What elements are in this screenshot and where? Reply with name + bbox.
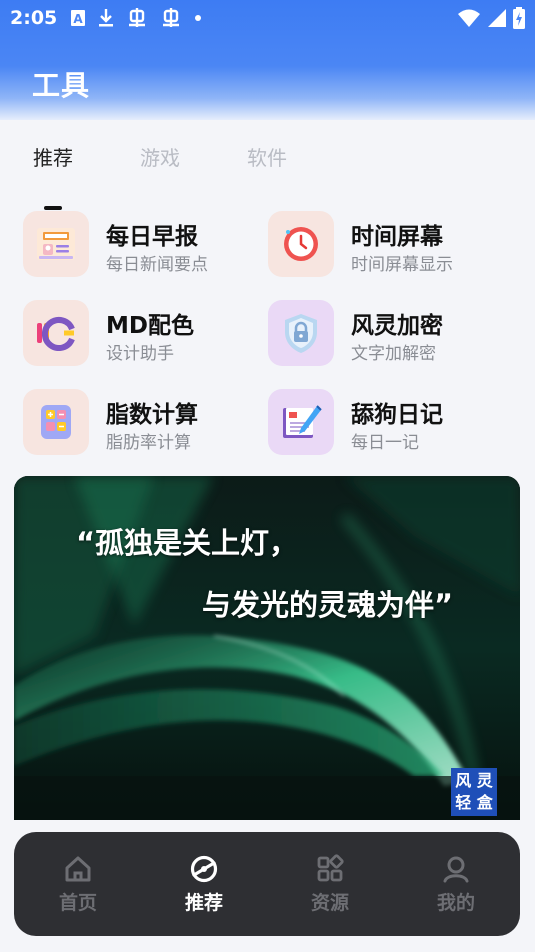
clock-icon (268, 211, 334, 277)
compass-icon (190, 855, 218, 883)
tool-desc: 每日新闻要点 (106, 255, 208, 275)
nav-label: 首页 (58, 892, 97, 914)
home-icon (65, 856, 91, 882)
tool-desc: 时间屏幕显示 (351, 255, 453, 275)
category-tabs: 推荐 游戏 软件 (0, 142, 535, 210)
tool-daily-news[interactable]: 每日早报 每日新闻要点 (23, 208, 263, 280)
brand-badge-line-2: 轻 盒 (455, 793, 493, 812)
wifi-icon (457, 6, 481, 30)
status-notification-icons: A (70, 6, 202, 30)
nav-label: 推荐 (184, 892, 223, 914)
diary-icon (268, 389, 334, 455)
svg-text:A: A (73, 12, 83, 26)
tab-software[interactable]: 软件 (247, 142, 287, 171)
bug-icon (160, 6, 182, 30)
newspaper-icon (23, 211, 89, 277)
nav-mine[interactable]: 我的 (401, 832, 511, 936)
nav-home[interactable]: 首页 (23, 832, 133, 936)
status-system-icons (457, 6, 525, 30)
bottom-area: 首页 推荐 资源 我的 (0, 820, 535, 952)
grid-icon (317, 854, 344, 882)
download-icon (98, 6, 114, 30)
battery-charging-icon (513, 6, 525, 30)
page-title: 工具 (32, 69, 91, 102)
tool-desc: 脂肪率计算 (106, 433, 191, 453)
quote-line-1: “孤独是关上灯， (76, 526, 299, 560)
tools-content: 推荐 游戏 软件 每日早报 每日新闻要点 时间屏幕 时间屏幕显示 MD配色 设计… (0, 120, 535, 821)
shield-lock-icon (268, 300, 334, 366)
tool-time-screen[interactable]: 时间屏幕 时间屏幕显示 (268, 208, 508, 280)
tool-md-color[interactable]: MD配色 设计助手 (23, 297, 263, 369)
header: 2:05 A 工具 (0, 0, 535, 120)
tool-diary[interactable]: 舔狗日记 每日一记 (268, 386, 508, 458)
bug-icon (126, 6, 148, 30)
status-bar: 2:05 A (0, 0, 535, 38)
tool-desc: 文字加解密 (351, 344, 436, 364)
nav-label: 资源 (310, 892, 349, 914)
tool-name: 脂数计算 (106, 402, 198, 428)
tool-desc: 设计助手 (106, 344, 174, 364)
tool-name: 风灵加密 (351, 313, 443, 339)
font-a-icon: A (70, 6, 86, 30)
palette-icon (23, 300, 89, 366)
user-icon (443, 856, 469, 883)
tool-name: 舔狗日记 (351, 402, 443, 428)
brand-badge: 风 灵 轻 盒 (451, 768, 497, 816)
tool-desc: 每日一记 (351, 433, 419, 453)
dot-icon (194, 6, 202, 30)
tool-encrypt[interactable]: 风灵加密 文字加解密 (268, 297, 508, 369)
calculator-icon (23, 389, 89, 455)
signal-icon (487, 6, 507, 30)
bottom-nav: 首页 推荐 资源 我的 (14, 832, 520, 936)
tool-fat-calculator[interactable]: 脂数计算 脂肪率计算 (23, 386, 263, 458)
quote-banner[interactable]: “孤独是关上灯， 与发光的灵魂为伴” 风 灵 轻 盒 (14, 476, 520, 821)
brand-badge-line-1: 风 灵 (455, 771, 493, 790)
tab-recommend[interactable]: 推荐 (33, 142, 73, 171)
tool-name: 每日早报 (106, 224, 198, 250)
tool-name: 时间屏幕 (351, 224, 443, 250)
nav-label: 我的 (436, 892, 475, 914)
tab-games[interactable]: 游戏 (140, 142, 180, 171)
nav-resources[interactable]: 资源 (275, 832, 385, 936)
quote-line-2: 与发光的灵魂为伴” (202, 588, 454, 622)
nav-recommend[interactable]: 推荐 (149, 832, 259, 936)
tool-name: MD配色 (106, 313, 194, 339)
status-time: 2:05 (10, 7, 58, 29)
